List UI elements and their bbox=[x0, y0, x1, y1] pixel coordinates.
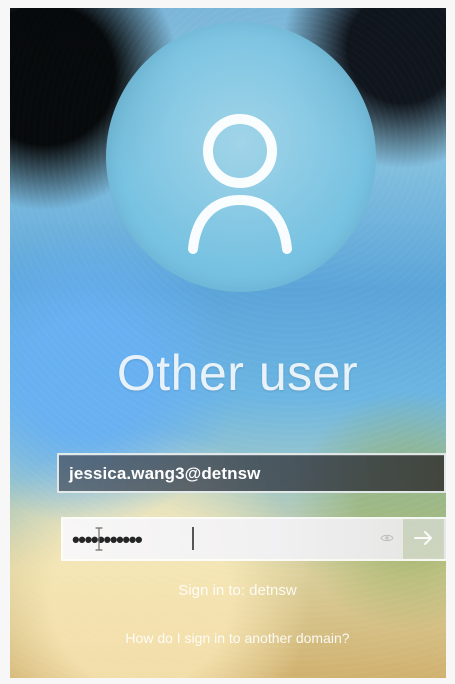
username-value: jessica.wang3@detnsw bbox=[69, 464, 261, 483]
photo-frame: Other user jessica.wang3@detnsw ••••••••… bbox=[0, 0, 455, 684]
eye-icon[interactable] bbox=[380, 532, 394, 544]
another-domain-link[interactable]: How do I sign in to another domain? bbox=[10, 630, 446, 646]
user-avatar-icon bbox=[188, 114, 292, 254]
password-field[interactable]: ••••••••••• bbox=[63, 519, 402, 559]
password-group: ••••••••••• bbox=[61, 517, 446, 561]
user-avatar bbox=[106, 22, 376, 292]
submit-button[interactable] bbox=[402, 519, 446, 559]
username-field[interactable]: jessica.wang3@detnsw bbox=[57, 453, 446, 493]
page-title: Other user bbox=[116, 345, 359, 401]
password-mask: ••••••••••• bbox=[72, 527, 143, 552]
caret bbox=[192, 527, 194, 550]
text-cursor-icon bbox=[95, 527, 103, 551]
login-screen: Other user jessica.wang3@detnsw ••••••••… bbox=[10, 8, 446, 678]
arrow-right-icon bbox=[414, 531, 432, 545]
sign-in-domain: Sign in to: detnsw bbox=[178, 582, 297, 599]
